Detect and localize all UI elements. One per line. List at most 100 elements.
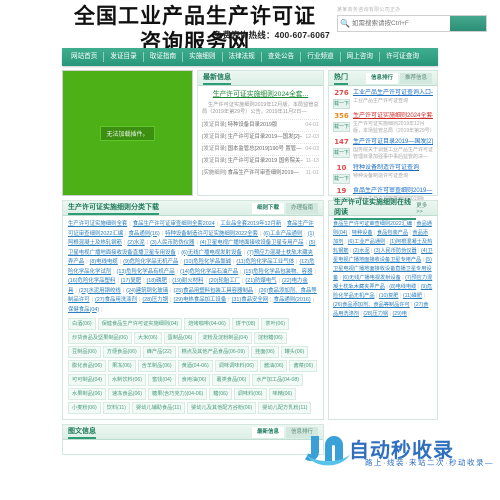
hot-list-item[interactable]: 10 载一下 特种设备制造许可证查询 特种设备制造许可证查询 <box>333 164 433 184</box>
download-category-link[interactable]: (16)危险化学品塑料 <box>68 278 115 284</box>
hot-item-title[interactable]: 生产许可证实施细则2024全套— <box>353 112 433 121</box>
hot-item-title[interactable]: 工业产品生产许可证查询入口— <box>353 89 433 98</box>
download-category-link[interactable]: (13)危险化学品有机产品 <box>117 269 175 275</box>
hot-item-title[interactable]: 生产许可证目录2019—国发[2]— <box>353 138 433 147</box>
category-chip[interactable]: 水果制品(06) <box>68 388 106 400</box>
news-lead-link[interactable]: 生产许可证实施细则2024全套... <box>202 90 319 100</box>
category-chip[interactable]: 方便食品(06) <box>102 346 141 358</box>
download-category-link[interactable]: (21)防爆电气 <box>245 278 276 284</box>
category-chip[interactable]: 大米(06) <box>133 332 162 344</box>
category-chip[interactable]: 调味料(06) <box>233 388 267 400</box>
hot-item-download-button[interactable]: 载一下 <box>333 148 350 158</box>
online-read-more-link[interactable]: 更多>> <box>416 201 432 215</box>
news-list-item[interactable]: [发证目录] 生产许可证目录2019 国务院关— 11-13 <box>202 154 319 167</box>
download-category-link[interactable]: 保健食品(04) <box>68 307 99 313</box>
online-read-link[interactable]: (29)电 <box>392 311 406 317</box>
news-list-item[interactable]: [实施细则] 食品生产许可审查细则2019— 11-01 <box>202 166 319 179</box>
download-category-link[interactable]: (9)危险化学品无机产品 <box>123 259 178 265</box>
news-item-title[interactable]: 国本监管总[2019]190号 置管— <box>228 144 302 155</box>
category-chip[interactable]: 膨化食品(06) <box>68 360 106 372</box>
online-read-link[interactable]: (28)压力锅 <box>363 311 388 317</box>
download-category-link[interactable]: (25)食品用塑料包装工具容器制品 <box>174 288 254 294</box>
nav-item-4[interactable]: 法律法规 <box>223 52 262 62</box>
category-chip[interactable]: 糖(06) <box>209 388 232 400</box>
hot-tab-0[interactable]: 信息排行 <box>365 72 398 84</box>
category-chip[interactable]: 调味调味料(06) <box>214 360 258 372</box>
news-list-item[interactable]: [发证目录] 国本监管总[2019]190号 置管— 04-03 <box>202 142 319 155</box>
category-chip-list[interactable]: 白酒(06) 保健食品生产许可证实施细则(04) 焙烤咖啡(04-06) 饼干(08)… <box>68 318 318 414</box>
category-chip[interactable]: 茶叶(06) <box>261 318 289 330</box>
search-input[interactable] <box>352 16 450 31</box>
category-chip[interactable]: 酱菜(06) <box>289 360 318 372</box>
category-chip[interactable]: 婴幼儿配方乳粉(11) <box>258 402 312 414</box>
search-bar[interactable]: 🔍 <box>337 15 487 32</box>
download-link[interactable]: (6)工业产品通则 <box>263 231 302 237</box>
hot-panel-tabs[interactable]: 信息排行 推荐信息 <box>365 72 432 84</box>
search-button[interactable] <box>450 16 486 31</box>
category-chip[interactable]: 味精(06) <box>268 388 297 400</box>
news-list-item[interactable]: [发证目录] 特种设备目录2019版 04-01 <box>202 118 319 131</box>
online-read-link[interactable]: (10)复肥 <box>379 293 399 299</box>
hot-item-download-button[interactable]: 载一下 <box>333 174 350 184</box>
online-read-link[interactable]: 食品包装产品 <box>377 230 408 236</box>
download-category-link[interactable]: (18)磷肥 <box>147 278 167 284</box>
category-chip[interactable]: 食用油(06) <box>177 374 211 386</box>
online-read-link[interactable]: (6)无线广播电视发射设备 <box>343 275 401 281</box>
category-chip[interactable]: 蛋制品(06) <box>163 332 197 344</box>
online-read-link[interactable]: (6)工业产品通则 <box>348 239 385 245</box>
online-read-link[interactable]: (3)人民币防伪仪器 <box>374 248 417 254</box>
category-chip[interactable]: 含羊制品(06) <box>137 360 176 372</box>
download-tab-1[interactable]: 办理指南 <box>285 202 318 214</box>
download-category-link[interactable]: (29)电热食品加工设备 <box>174 297 227 303</box>
category-chip[interactable]: 保健食品生产许可证实施细则(04) <box>97 318 183 330</box>
category-chip[interactable]: 饮料(11) <box>102 402 131 414</box>
download-link[interactable]: 生产许可证实施细则全套 <box>68 221 127 227</box>
news-item-title[interactable]: 生产许可证目录2019—国发[2]— <box>228 132 303 143</box>
download-tab-0[interactable]: 细则下载 <box>251 202 284 214</box>
online-read-link[interactable]: (26)食品添加剂、食品等制品许可 <box>333 302 410 308</box>
nav-item-6[interactable]: 行业频道 <box>301 52 341 62</box>
download-category-link[interactable]: (20)轮胎工厂 <box>209 278 240 284</box>
nav-item-1[interactable]: 发证目录 <box>104 52 144 62</box>
online-read-link-list[interactable]: 食品生产许可证审查细则2022汇编 | 食品通则(04) | 特种设备 | 食品包装产品 | 食… <box>329 216 437 323</box>
news-item-title[interactable]: 特种设备目录2019版 <box>228 120 278 131</box>
news-list-item[interactable]: [发证目录] 生产许可证目录2019—国发[2]— 12-03 <box>202 130 319 143</box>
main-navigation[interactable]: 网站首页 发证目录 取证指南 实施细则 法律法规 查处公告 行业频道 网上咨询 许可证查询 <box>62 48 438 66</box>
category-chip[interactable]: 水产加工品(04-08) <box>252 374 304 386</box>
category-chip[interactable]: 白酒(06) <box>68 318 96 330</box>
imgtext-tab-0[interactable]: 最新信息 <box>251 426 284 438</box>
nav-item-0[interactable]: 网站首页 <box>62 52 105 62</box>
download-category-link[interactable]: (10)危险化学品氯碱 <box>184 259 231 265</box>
hot-item-download-button[interactable]: 载一下 <box>333 122 350 132</box>
download-category-link[interactable]: (28)压力锅 <box>142 297 168 303</box>
download-category-link[interactable]: (8)电线电缆 <box>90 259 118 265</box>
category-chip[interactable]: 婴幼儿及其他配方谷粉(06) <box>187 402 257 414</box>
category-chip[interactable]: 挂面(06) <box>251 346 279 358</box>
download-category-link[interactable]: (11)危险化学品工业气体 <box>236 259 294 265</box>
category-chip[interactable]: 炒货食品及坚果制品(06) <box>68 332 132 344</box>
download-link[interactable]: 特种设备制造许可证实施细则2022全套 <box>165 231 258 237</box>
nav-item-8[interactable]: 许可证查询 <box>380 52 425 62</box>
download-category-link[interactable]: (31)食品安全网 <box>232 297 269 303</box>
category-chip[interactable]: 淀粉糖(06) <box>253 332 287 344</box>
nav-item-5[interactable]: 查处公告 <box>262 52 302 62</box>
online-read-link[interactable]: (2)水泥 <box>353 248 370 254</box>
download-category-link[interactable]: (24)建筑钢化玻璃 <box>126 288 168 294</box>
category-chip[interactable]: 罐头(06) <box>280 346 309 358</box>
category-chip[interactable]: 果冻(06) <box>107 360 136 372</box>
news-item-title[interactable]: 食品生产许可审查细则2019— <box>228 168 299 179</box>
nav-item-3[interactable]: 实施细则 <box>183 52 223 62</box>
download-link-list[interactable]: 生产许可证实施细则全套 | 食品生产许可证审查细则全套2024 | 工业品全套2019年… <box>68 220 318 315</box>
online-read-link[interactable]: 食品生产许可证审查细则2022汇编 <box>333 221 412 227</box>
category-chip[interactable]: 糕点及其他产品食品(06-09) <box>177 346 249 358</box>
download-category-link[interactable]: (15)危险化学品包装物、容器 <box>244 269 313 275</box>
news-item-title[interactable]: 生产许可证目录2019 国务院关— <box>228 156 303 167</box>
download-category-link[interactable]: (3)人民币防伪仪器 <box>150 240 194 246</box>
download-link[interactable]: 食品通则(16) <box>129 231 160 237</box>
category-chip[interactable]: 黄酒(04-06) <box>177 360 213 372</box>
download-category-link[interactable]: (2)水泥 <box>127 240 144 246</box>
hot-list-item[interactable]: 147 载一下 生产许可证目录2019—国发[2]— 国务院关于调整工业产品生产许可证… <box>333 138 433 161</box>
category-chip[interactable]: 可可制品(04) <box>68 374 106 386</box>
category-chip[interactable]: 饼干(08) <box>231 318 260 330</box>
category-chip[interactable]: 薯类食品(06) <box>212 374 251 386</box>
